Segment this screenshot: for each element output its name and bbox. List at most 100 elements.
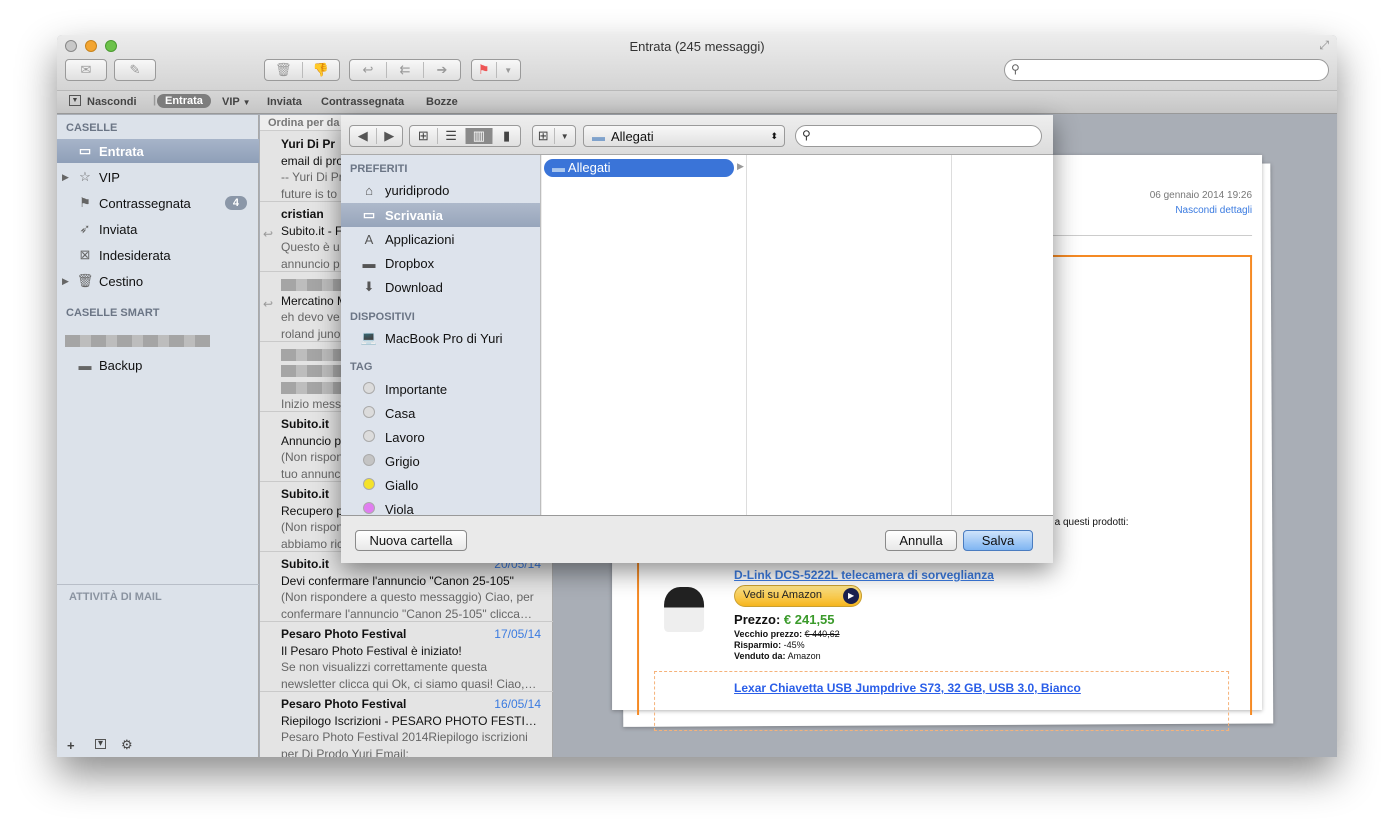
replied-icon: ↩ [263,227,274,241]
hide-details-link[interactable]: Nascondi dettagli [1175,205,1252,216]
label: Venduto da: [734,651,786,662]
reply-all-icon[interactable]: ⇇ [387,62,424,78]
label: Viola [385,501,414,516]
desktop-icon: ▭ [362,207,376,222]
folder-icon: ▬ [552,160,565,175]
tag-dot-icon [359,429,379,445]
coverflow-icon[interactable]: ▮ [493,128,520,144]
fav-dropbox[interactable]: ▬ Dropbox [341,251,540,275]
dialog-footer: Nuova cartella Annulla Salva [341,515,1053,563]
compose-button[interactable]: ✎ [114,59,156,81]
nav-buttons: ◀ ▶ [349,125,403,147]
column-browser: ▬ Allegati ▶ [542,155,1053,515]
fav-vip[interactable]: VIP ▼ [222,96,251,108]
product-link[interactable]: Lexar Chiavetta USB Jumpdrive S73, 32 GB… [734,681,1081,695]
amazon-button[interactable]: Vedi su Amazon ▶ [734,585,863,608]
label: Vedi su Amazon [743,589,822,602]
new-folder-button[interactable]: Nuova cartella [355,530,467,551]
seller: Amazon [787,651,821,662]
message-row[interactable]: Pesaro Photo Festival 17/05/14 Il Pesaro P… [260,622,553,692]
tag-item[interactable]: Giallo [341,473,540,497]
list-view-icon[interactable]: ☰ [438,128,466,144]
hide-icon[interactable]: ▾ [95,739,106,749]
fav-yuridiprodo[interactable]: ⌂ yuridiprodo [341,178,540,202]
delete-junk-group: 🗑 👎 [264,59,340,81]
fav-contrassegnata[interactable]: Contrassegnata [321,96,404,108]
paper-plane-icon: ➶ [79,221,91,236]
envelope-icon: ✉ [80,62,92,77]
back-icon[interactable]: ◀ [350,128,377,144]
fav-inviata[interactable]: Inviata [267,96,302,108]
label: Dropbox [385,255,435,271]
label: Applicazioni [385,231,455,247]
sidebar-item-cestino[interactable]: ▶ 🗑 Cestino [57,269,259,293]
disclosure-icon[interactable]: ▶ [62,276,69,287]
fav-download[interactable]: ⬇ Download [341,275,540,299]
label: MacBook Pro di Yuri [385,330,503,346]
chevron-down-icon: ▼ [560,131,569,141]
grid-icon: ⊞ [533,128,555,144]
column-view-icon[interactable]: ▥ [465,128,494,144]
flag-button[interactable]: ⚑ ▼ [471,59,521,81]
sidebar-item-contrassegnata[interactable]: ⚑ Contrassegnata 4 [57,191,259,215]
preview: Se non visualizzi correttamente questa [281,660,488,674]
reply-icon[interactable]: ↩ [350,62,387,78]
disclosure-icon[interactable]: ▶ [62,172,69,183]
message-row[interactable]: Pesaro Photo Festival 16/05/14 Riepilogo I… [260,692,553,757]
sidebar-item-backup[interactable]: ▬ Backup [57,353,259,377]
fav-applicazioni[interactable]: A Applicazioni [341,227,540,251]
tag-item[interactable]: Casa [341,401,540,425]
section-header: CASELLE [66,122,118,134]
tag-item[interactable]: Viola [341,497,540,516]
star-icon: ☆ [79,169,91,184]
sidebar-item-entrata[interactable]: ▭ Entrata [57,139,259,163]
view-buttons: ⊞ ☰ ▥ ▮ [409,125,521,147]
fullscreen-icon[interactable]: ⤢ [1319,38,1329,53]
tag-item[interactable]: Lavoro [341,425,540,449]
gear-icon[interactable]: ⚙ [121,737,133,753]
preview: newsletter clicca qui Ok, ci siamo quasi… [281,676,537,691]
download-icon: ⬇ [363,279,375,294]
tag-item[interactable]: Importante [341,377,540,401]
label: yuridiprodo [385,182,450,198]
preview: per Di Prodo Yuri Email: [281,746,409,758]
forward-icon[interactable]: ➔ [424,62,460,78]
forward-icon[interactable]: ▶ [377,128,403,144]
column-item-allegati[interactable]: ▬ Allegati [544,159,734,177]
location-popup[interactable]: ▬ Allegati ⬍ [583,125,785,147]
icon-view-icon[interactable]: ⊞ [410,128,438,144]
updown-icon: ⬍ [770,130,778,141]
fav-entrata[interactable]: Entrata [157,94,211,108]
add-icon[interactable]: + [67,738,75,753]
message-date: 06 gennaio 2014 19:26 [1149,190,1253,202]
save-button[interactable]: Salva [963,530,1033,551]
label: Lavoro [385,429,425,445]
get-mail-button[interactable]: ✉ [65,59,107,81]
label: Inviata [99,221,138,237]
fav-scrivania[interactable]: ▭ Scrivania [341,203,540,227]
product-link[interactable]: D-Link DCS-5222L telecamera di sorveglia… [734,568,994,582]
trash-icon[interactable]: 🗑 [265,62,303,78]
label: Giallo [385,477,419,493]
dialog-search-input[interactable]: ⚲ [795,125,1042,147]
fav-bozze[interactable]: Bozze [426,96,458,108]
tag-item[interactable]: Grigio [341,449,540,473]
sidebar-item-indesiderata[interactable]: ⊠ Indesiderata [57,243,259,267]
window-title: Entrata (245 messaggi) [629,39,765,54]
location-label: Allegati [611,128,654,144]
subject: Riepilogo Iscrizioni - PESARO PHOTO FEST… [281,713,537,728]
arrange-button[interactable]: ⊞ ▼ [532,125,576,147]
flag-icon: ⚑ [472,62,497,78]
redacted-item [65,335,210,347]
label: Download [385,279,443,295]
sidebar-item-inviata[interactable]: ➶ Inviata [57,217,259,241]
fav-vip-label: VIP [222,96,240,108]
search-input[interactable]: ⚲ [1004,59,1329,81]
search-icon: ⚲ [1011,62,1020,76]
cancel-button[interactable]: Annulla [885,530,957,551]
device-macbook[interactable]: 💻 MacBook Pro di Yuri [341,326,540,350]
junk-icon[interactable]: 👎 [303,62,340,78]
hide-icon[interactable]: ▼ [69,95,81,106]
sidebar-item-vip[interactable]: ▶ ☆ VIP [57,165,259,189]
hide-button[interactable]: Nascondi [87,96,137,108]
